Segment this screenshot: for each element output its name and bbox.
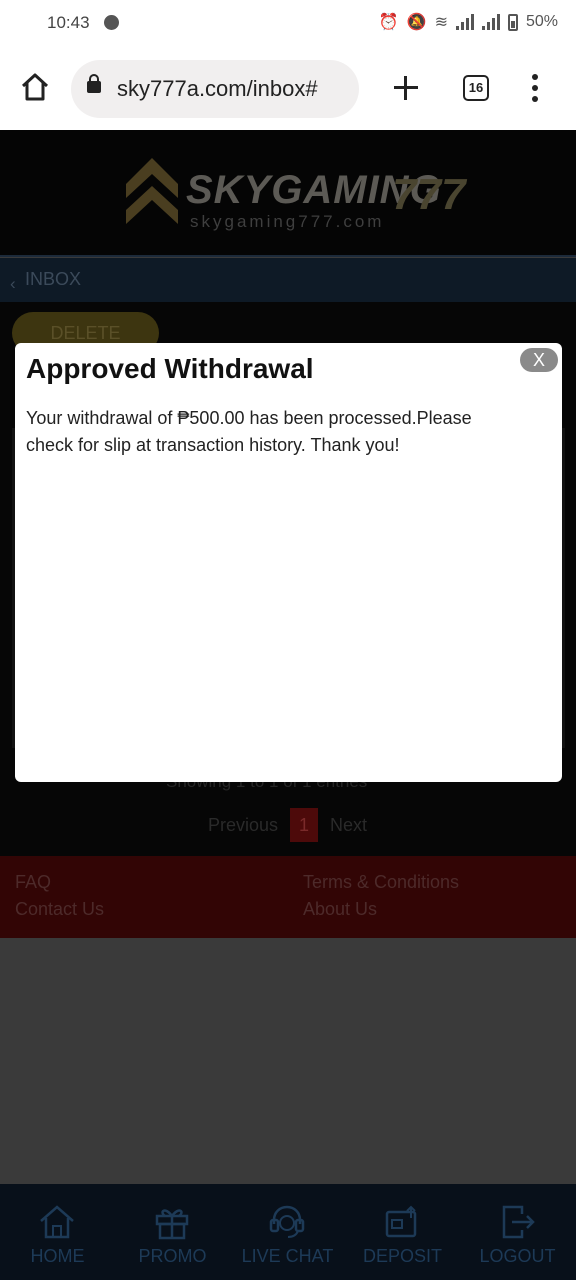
- home-icon[interactable]: [20, 72, 50, 102]
- nav-promo[interactable]: PROMO: [115, 1184, 230, 1280]
- dialog-message-line-2: check for slip at transaction history. T…: [26, 435, 400, 455]
- address-bar[interactable]: sky777a.com/inbox#: [71, 60, 359, 118]
- gift-icon: [153, 1204, 191, 1240]
- home-icon: [38, 1204, 76, 1240]
- new-tab-button[interactable]: [392, 74, 420, 102]
- logo-chevron-icon: [124, 154, 180, 229]
- lock-icon: [87, 74, 101, 93]
- previous-button[interactable]: Previous: [208, 815, 278, 836]
- signal-icon: [455, 14, 474, 30]
- inbox-back-bar[interactable]: ‹ INBOX: [0, 258, 576, 302]
- nav-logout[interactable]: LOGOUT: [460, 1184, 575, 1280]
- footer-links: FAQ Contact Us Terms & Conditions About …: [0, 856, 576, 938]
- site-header: SKYGAMING 777 skygaming777.com: [0, 130, 576, 257]
- dialog-title: Approved Withdrawal: [26, 353, 314, 384]
- chevron-left-icon: ‹: [10, 274, 16, 293]
- inbox-label: INBOX: [25, 269, 82, 289]
- contact-link[interactable]: Contact Us: [15, 899, 104, 920]
- wifi-icon: ≋: [434, 14, 448, 31]
- pagination: Previous 1 Next: [208, 808, 367, 842]
- nav-promo-label: PROMO: [138, 1246, 207, 1266]
- nav-live-chat-label: LIVE CHAT: [241, 1246, 334, 1266]
- logout-icon: [498, 1204, 536, 1240]
- status-icons: ⏰ 🔕 ≋ 50%: [379, 12, 558, 32]
- nav-live-chat[interactable]: LIVE CHAT: [230, 1184, 345, 1280]
- page-button-current[interactable]: 1: [290, 808, 319, 842]
- terms-link[interactable]: Terms & Conditions: [303, 872, 459, 893]
- battery-percent: 50%: [525, 13, 558, 30]
- alarm-icon: ⏰: [378, 14, 399, 31]
- mute-icon: 🔕: [406, 14, 427, 31]
- signal-icon: [481, 14, 500, 30]
- nav-deposit[interactable]: DEPOSIT: [345, 1184, 460, 1280]
- headset-icon: [268, 1204, 306, 1240]
- dialog-message: Your withdrawal of ₱500.00 has been proc…: [26, 405, 546, 459]
- url-text[interactable]: sky777a.com/inbox#: [117, 76, 318, 102]
- nav-home[interactable]: HOME: [0, 1184, 115, 1280]
- nav-logout-label: LOGOUT: [479, 1246, 556, 1266]
- wallet-icon: [383, 1204, 421, 1240]
- logo-subtext: skygaming777.com: [190, 212, 385, 231]
- nav-home-label: HOME: [30, 1246, 85, 1266]
- faq-link[interactable]: FAQ: [15, 872, 51, 893]
- messenger-icon: [104, 15, 119, 30]
- status-bar: 10:43 ⏰ 🔕 ≋ 50%: [0, 0, 576, 48]
- next-button[interactable]: Next: [330, 815, 367, 836]
- status-time: 10:43: [47, 13, 90, 32]
- nav-deposit-label: DEPOSIT: [362, 1246, 442, 1266]
- about-link[interactable]: About Us: [303, 899, 377, 920]
- tabs-icon[interactable]: 16: [463, 75, 489, 101]
- menu-icon[interactable]: [530, 74, 540, 102]
- withdrawal-dialog: Approved Withdrawal X Your withdrawal of…: [15, 343, 562, 782]
- battery-icon: [507, 13, 518, 31]
- logo-number: 777: [392, 170, 466, 219]
- close-button[interactable]: X: [520, 348, 558, 372]
- bottom-nav: HOME PROMO LIVE CHAT DEPOSIT LOGOUT: [0, 1184, 576, 1280]
- dialog-message-line-1: Your withdrawal of ₱500.00 has been proc…: [26, 408, 472, 428]
- browser-toolbar: sky777a.com/inbox# 16: [0, 48, 576, 130]
